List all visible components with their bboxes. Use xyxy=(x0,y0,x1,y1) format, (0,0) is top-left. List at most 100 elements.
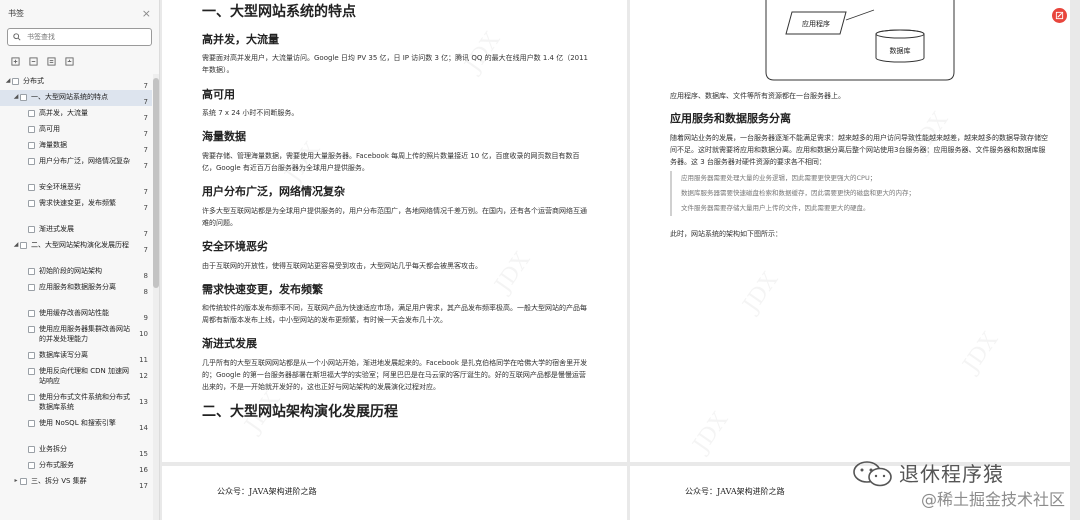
sidebar-item-fast-release[interactable]: 需求快速变更，发布频繁 7 xyxy=(0,196,152,222)
bookmark-icon xyxy=(28,157,35,165)
watermark: JDX xyxy=(491,248,536,297)
sidebar-item-label: 分布式服务 xyxy=(39,461,74,469)
sidebar-item-page: 9 xyxy=(143,314,148,322)
bookmark-icon xyxy=(28,141,35,149)
caret-down-icon[interactable]: ◢ xyxy=(12,92,20,106)
requirements-quote: 应用服务器需要处理大量的业务逻辑，因此需要更快更强大的CPU； 数据库服务器需要… xyxy=(670,171,1050,216)
section-heading: 安全环境恶劣 xyxy=(202,240,268,253)
section-heading: 应用服务和数据服务分离 xyxy=(670,112,791,125)
bookmark-icon xyxy=(28,393,35,401)
sidebar-item-business-split[interactable]: 业务拆分 15 xyxy=(0,442,152,458)
bookmark-icon xyxy=(12,77,19,85)
sidebar-item-page: 7 xyxy=(143,246,148,254)
sidebar-item-page: 7 xyxy=(143,162,148,170)
sidebar-item-label: 使用应用服务器集群改善网站的并发处理能力 xyxy=(39,325,130,343)
section-text: 此时，网站系统的架构如下图所示： xyxy=(670,230,782,238)
sidebar-item-massive-data[interactable]: 海量数据 7 xyxy=(0,138,152,154)
annotation-button[interactable] xyxy=(1052,8,1067,23)
bookmark-search[interactable] xyxy=(7,28,152,46)
section-text: 许多大型互联网站都是为全球用户提供服务的，用户分布范围广，各地网络情况千差万别。… xyxy=(202,207,587,227)
page-separator xyxy=(630,462,1070,466)
sidebar-scrollbar[interactable] xyxy=(153,74,159,520)
sidebar-item-section1[interactable]: ◢ 一、大型网站系统的特点 7 xyxy=(0,90,152,106)
bookmark-icon xyxy=(28,419,35,427)
caret-down-icon[interactable]: ◢ xyxy=(4,76,12,90)
add-bookmark-icon[interactable] xyxy=(10,56,20,66)
page-footer: 公众号：JAVA架构进阶之路 xyxy=(685,487,785,496)
sidebar-item-page: 7 xyxy=(143,98,148,106)
sidebar-item-page: 7 xyxy=(143,114,148,122)
document-viewer: JDX JDX JDX JDX 一、大型网站系统的特点 高并发，大流量 需要面对… xyxy=(161,0,1080,520)
sidebar-item-page: 7 xyxy=(143,146,148,154)
sidebar-item-distributed-service[interactable]: 分布式服务 16 xyxy=(0,458,152,474)
sidebar-header: 书签 × xyxy=(0,0,159,26)
sidebar-item-label: 使用缓存改善网站性能 xyxy=(39,309,109,317)
expand-bookmark-icon[interactable] xyxy=(46,56,56,66)
watermark: JDX xyxy=(739,268,784,317)
sidebar-item-page: 8 xyxy=(143,272,148,280)
sidebar-item-label: 数据库读写分离 xyxy=(39,351,88,359)
section-text: 系统 7 x 24 小时不间断服务。 xyxy=(202,109,299,117)
caret-down-icon[interactable]: ◢ xyxy=(12,240,20,264)
watermark: JDX xyxy=(959,328,1004,377)
sidebar-item-users-distributed[interactable]: 用户分布广泛，网络情况复杂 7 xyxy=(0,154,152,180)
section-text: 随着网站业务的发展，一台服务器逐渐不能满足需求：越来越多的用户访问导致性能越来越… xyxy=(670,134,1048,166)
sidebar-item-app-cluster[interactable]: 使用应用服务器集群改善网站的并发处理能力 10 xyxy=(0,322,152,348)
sidebar-item-label: 高并发，大流量 xyxy=(39,109,88,117)
bookmark-icon xyxy=(28,225,35,233)
sidebar-item-page: 16 xyxy=(139,466,148,474)
sidebar-item-nosql[interactable]: 使用 NoSQL 和搜索引擎 14 xyxy=(0,416,152,442)
quote-line: 应用服务器需要处理大量的业务逻辑，因此需要更快更强大的CPU； xyxy=(681,174,877,182)
sidebar-item-security[interactable]: 安全环境恶劣 7 xyxy=(0,180,152,196)
sidebar-item-label: 使用反向代理和 CDN 加速网站响应 xyxy=(39,367,129,385)
sidebar-item-label: 用户分布广泛，网络情况复杂 xyxy=(39,157,130,165)
bookmark-icon xyxy=(20,477,27,485)
section-text: 需要存储、管理海量数据，需要使用大量服务器。Facebook 每周上传的照片数量… xyxy=(202,152,580,172)
sidebar-item-page: 7 xyxy=(143,204,148,212)
close-icon[interactable]: × xyxy=(142,7,151,20)
sidebar-item-label: 使用 NoSQL 和搜索引擎 xyxy=(39,419,116,427)
bookmark-icon xyxy=(28,267,35,275)
watermark: JDX xyxy=(689,408,734,457)
diagram-db-label: 数据库 xyxy=(890,46,911,55)
sidebar-item-section3[interactable]: ▸ 三、拆分 VS 集群 17 xyxy=(0,474,152,490)
bookmark-icon xyxy=(28,461,35,469)
bookmark-icon xyxy=(28,199,35,207)
sidebar-item-page: 13 xyxy=(139,398,148,406)
sidebar-item-initial-arch[interactable]: 初始阶段的网站架构 8 xyxy=(0,264,152,280)
sidebar-item-high-concurrency[interactable]: 高并发，大流量 7 xyxy=(0,106,152,122)
bookmark-icon xyxy=(20,241,27,249)
sidebar-item-label: 三、拆分 VS 集群 xyxy=(31,477,87,485)
bookmark-icon xyxy=(28,125,35,133)
sidebar-item-page: 7 xyxy=(143,82,148,90)
page-footer: 公众号：JAVA架构进阶之路 xyxy=(217,487,317,496)
sidebar-item-section2[interactable]: ◢ 二、大型网站架构演化发展历程 7 xyxy=(0,238,152,264)
collapse-bookmark-icon[interactable] xyxy=(64,56,74,66)
bookmark-icon xyxy=(28,325,35,333)
section-heading: 用户分布广泛，网络情况复杂 xyxy=(202,185,345,198)
sidebar-toolbar xyxy=(0,50,159,72)
sidebar-title: 书签 xyxy=(8,8,24,18)
sidebar-item-distributed-fs[interactable]: 使用分布式文件系统和分布式数据库系统 13 xyxy=(0,390,152,416)
bookmark-search-input[interactable] xyxy=(27,33,146,41)
quote-line: 文件服务器需要存储大量用户上传的文件，因此需要更大的硬盘。 xyxy=(681,204,870,212)
sidebar-scrollbar-thumb[interactable] xyxy=(153,78,159,288)
remove-bookmark-icon[interactable] xyxy=(28,56,38,66)
sidebar-item-page: 7 xyxy=(143,230,148,238)
sidebar-item-app-data-separation[interactable]: 应用服务和数据服务分离 8 xyxy=(0,280,152,306)
sidebar-item-distributed[interactable]: ◢ 分布式 7 xyxy=(0,74,152,90)
bookmark-icon xyxy=(28,309,35,317)
section-title-2: 二、大型网站架构演化发展历程 xyxy=(202,404,398,420)
bookmark-icon xyxy=(28,367,35,375)
sidebar-item-progressive[interactable]: 渐进式发展 7 xyxy=(0,222,152,238)
sidebar-item-page: 11 xyxy=(139,356,148,364)
section-heading: 海量数据 xyxy=(202,130,246,143)
sidebar-item-read-write-split[interactable]: 数据库读写分离 11 xyxy=(0,348,152,364)
caret-right-icon[interactable]: ▸ xyxy=(12,476,20,490)
sidebar-item-cache[interactable]: 使用缓存改善网站性能 9 xyxy=(0,306,152,322)
bookmark-list: ◢ 分布式 7 ◢ 一、大型网站系统的特点 7 高并发，大流量 7 高可用 7 … xyxy=(0,74,152,520)
sidebar-item-label: 二、大型网站架构演化发展历程 xyxy=(31,241,129,249)
sidebar-item-high-availability[interactable]: 高可用 7 xyxy=(0,122,152,138)
sidebar-item-cdn[interactable]: 使用反向代理和 CDN 加速网站响应 12 xyxy=(0,364,152,390)
section-text: 几乎所有的大型互联网网站都是从一个小网站开始，渐进地发展起来的。Facebook… xyxy=(202,359,588,391)
